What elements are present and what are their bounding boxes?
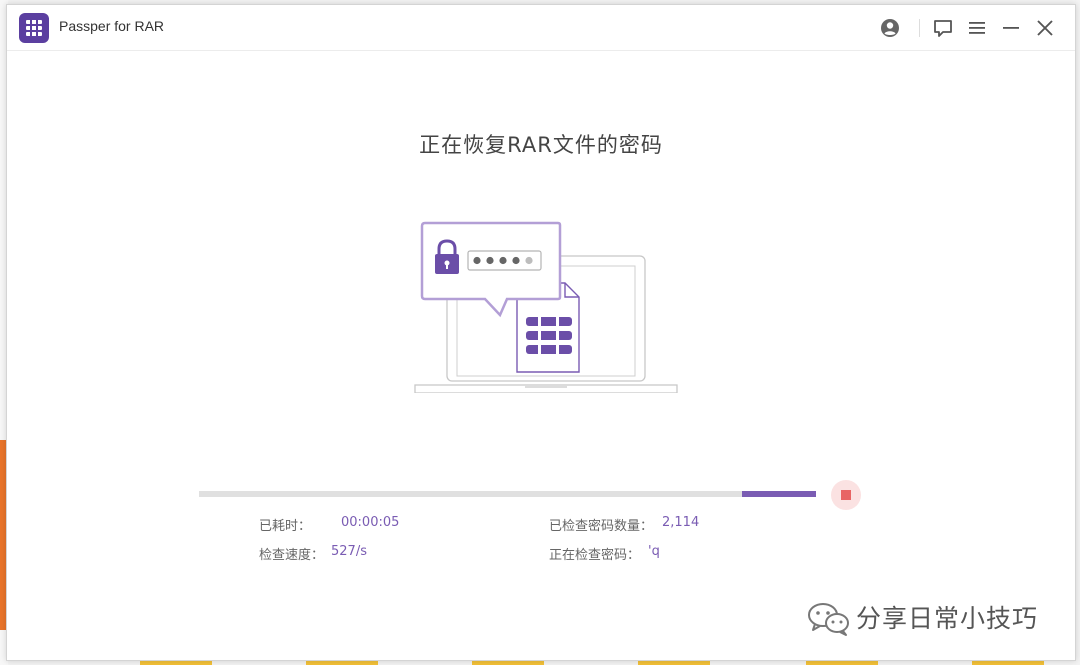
wechat-icon [808,603,849,636]
checked-count-label: 已检查密码数量： [549,519,654,534]
account-icon[interactable] [877,15,903,41]
minimize-icon[interactable] [998,15,1024,41]
check-speed-label: 检查速度： [259,548,325,563]
stop-icon [841,490,851,500]
menu-icon[interactable] [964,15,990,41]
watermark-text: 分享日常小技巧 [856,604,1039,633]
current-password-label: 正在检查密码： [549,548,641,563]
checked-count-value: 2,114 [662,515,700,530]
watermark: 分享日常小技巧 [806,597,1056,637]
recovery-progress-bar [199,491,816,497]
elapsed-time-label: 已耗时： [259,519,312,534]
recovery-progress-fill [741,491,816,497]
page-title: 正在恢复RAR文件的密码 [419,133,663,157]
app-window: Passper for RAR 正在恢复RAR文件的密码 已耗时： 00:00:… [6,4,1076,661]
feedback-icon[interactable] [930,15,956,41]
stop-button[interactable] [831,480,861,510]
current-password-value: 'q [648,544,660,559]
check-speed-value: 527/s [331,544,367,559]
app-title: Passper for RAR [59,18,165,34]
title-bar: Passper for RAR [7,5,1075,51]
close-icon[interactable] [1032,15,1058,41]
recovery-illustration [414,221,678,393]
elapsed-time-value: 00:00:05 [341,515,400,530]
title-bar-divider [919,19,920,37]
app-logo-icon [19,13,49,43]
